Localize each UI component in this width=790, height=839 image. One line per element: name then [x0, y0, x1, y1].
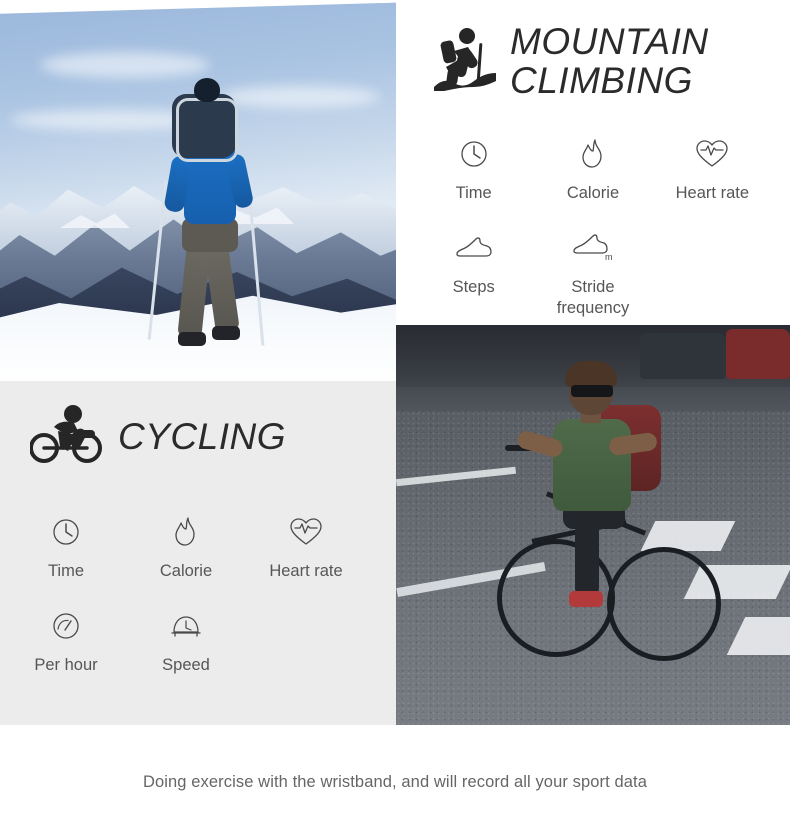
cycling-street-photo [396, 325, 790, 725]
feature-label: Heart rate [675, 184, 750, 203]
feature-time: Time [6, 496, 126, 582]
feature-label: Stride frequency [556, 278, 630, 317]
cyclist-shoe [569, 591, 603, 607]
feature-label: Calorie [159, 562, 213, 580]
backpack-frame [176, 98, 238, 162]
hiker-icon [434, 27, 496, 96]
page-title-cycling: CYCLING [118, 415, 286, 457]
feature-steps: Steps [414, 212, 533, 318]
cyclist-photo-subject [491, 361, 721, 691]
heart-pulse-icon [289, 512, 323, 552]
cycling-header: CYCLING [0, 381, 396, 470]
feature-label: Time [47, 562, 85, 580]
caption-bar: Doing exercise with the wristband, and w… [0, 725, 790, 839]
feature-label: Time [455, 184, 492, 203]
feature-per-hour: Per hour [6, 590, 126, 676]
svg-text:m: m [605, 252, 613, 262]
hiker-leg-right [204, 244, 240, 334]
mountain-climbing-panel: MOUNTAIN CLIMBING Time Calorie Heart rat… [396, 0, 790, 325]
cyclist-sunglasses [571, 385, 613, 397]
mountain-climbing-header: MOUNTAIN CLIMBING [396, 0, 790, 100]
mountain-hiking-photo [0, 0, 396, 381]
hiker-boot-left [178, 332, 206, 346]
feature-heart-rate: Heart rate [246, 496, 366, 582]
feature-speed: Speed [126, 590, 246, 676]
cyclist-hair [565, 361, 617, 387]
cyclist-icon [29, 403, 104, 470]
flame-icon [578, 134, 608, 174]
hiker-boot-right [212, 326, 240, 340]
cyclist-lower-leg [575, 523, 599, 597]
gauge-icon [51, 606, 81, 646]
caption-text: Doing exercise with the wristband, and w… [142, 772, 648, 791]
feature-heart-rate: Heart rate [653, 118, 772, 204]
shoe-meter-icon: m [571, 228, 615, 268]
shoe-icon [454, 228, 494, 268]
cycling-feature-grid: Time Calorie Heart rate Per hour Speed [0, 470, 384, 675]
feature-label: Calorie [566, 184, 620, 203]
cyclist-torso [553, 419, 631, 511]
clock-icon [51, 512, 81, 552]
parked-car [726, 329, 790, 379]
cycling-panel: CYCLING Time Calorie Heart rate Per hour… [0, 381, 396, 725]
feature-label: Steps [452, 278, 495, 297]
feature-label: Speed [162, 655, 210, 674]
feature-label: Heart rate [269, 562, 343, 580]
mountain-climbing-feature-grid: Time Calorie Heart rate Steps m Stride f… [396, 100, 790, 318]
bicycle-rear-wheel [607, 547, 721, 661]
clock-icon [459, 134, 489, 174]
feature-label: Per hour [34, 655, 98, 674]
flame-icon [171, 512, 201, 552]
page-title-mountain-climbing: MOUNTAIN CLIMBING [510, 21, 709, 102]
product-feature-page: MOUNTAIN CLIMBING Time Calorie Heart rat… [0, 0, 790, 839]
feature-stride-frequency: m Stride frequency [533, 212, 652, 318]
feature-calorie: Calorie [533, 118, 652, 204]
speedometer-icon [170, 606, 202, 646]
heart-pulse-icon [695, 134, 729, 174]
hiker-head [194, 78, 220, 102]
feature-calorie: Calorie [126, 496, 246, 582]
hiker-photo-subject [147, 70, 270, 360]
feature-time: Time [414, 118, 533, 204]
